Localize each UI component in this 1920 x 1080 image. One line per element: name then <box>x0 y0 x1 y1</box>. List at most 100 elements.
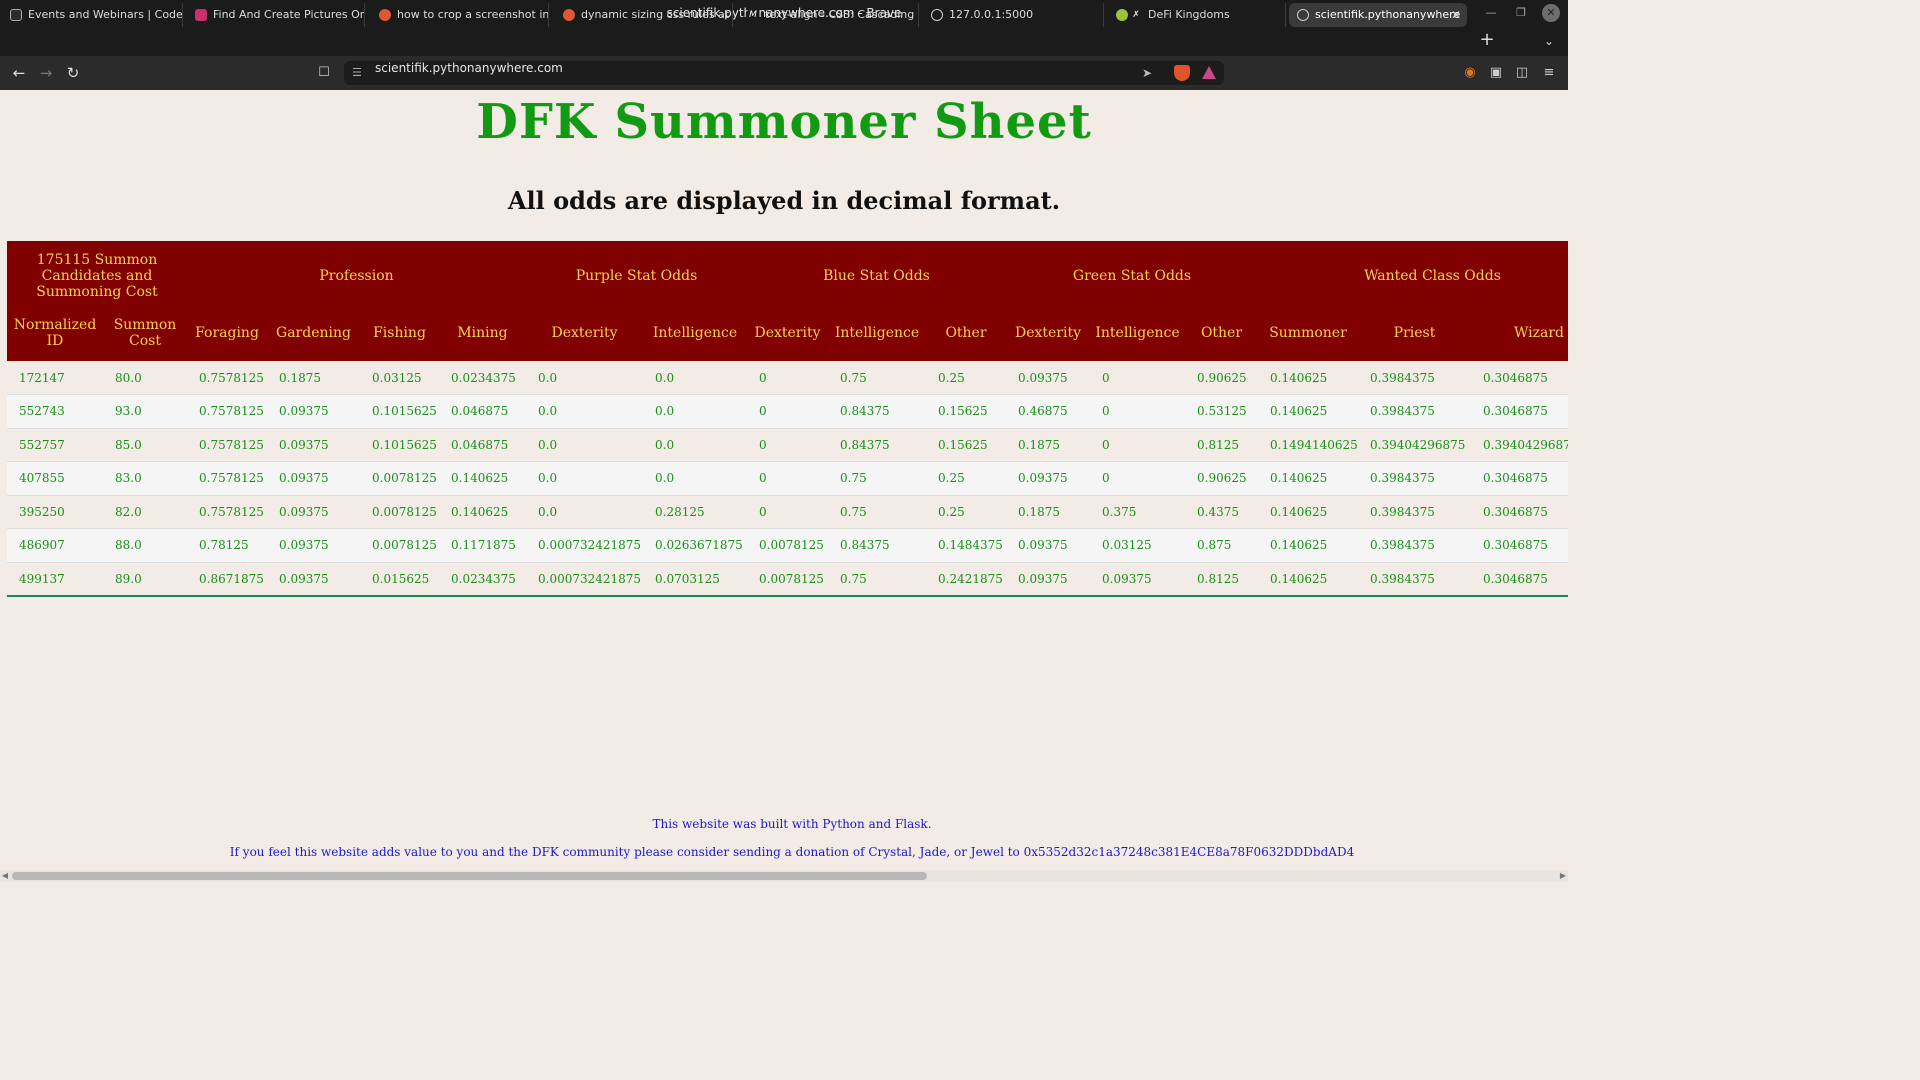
table-row: 499137 89.0 0.8671875 0.09375 0.015625 0.0234… <box>7 562 1568 597</box>
table-cell: 0 <box>747 394 828 429</box>
table-cell: 0.78125 <box>187 528 267 563</box>
bookmark-icon[interactable]: ☐ <box>316 65 332 81</box>
table-cell: 82.0 <box>103 495 187 529</box>
table-cell: 0.0078125 <box>360 461 439 496</box>
tab-defi-kingdoms[interactable]: ✗ DeFi Kingdoms <box>1108 3 1286 27</box>
column-header: Fishing <box>360 305 439 361</box>
close-tab-icon[interactable]: ✕ <box>1451 3 1461 27</box>
scroll-left-icon[interactable]: ◀ <box>0 870 10 882</box>
table-cell: 0.3984375 <box>1358 394 1471 429</box>
url-text[interactable]: scientifik.pythonanywhere.com <box>375 61 563 75</box>
table-cell: 0.90625 <box>1185 461 1258 496</box>
metamask-icon[interactable]: ◉ <box>1462 65 1478 81</box>
column-header: Mining <box>439 305 526 361</box>
table-cell: 0.25 <box>926 361 1006 395</box>
table-cell: 0.0 <box>643 428 747 462</box>
table-cell: 0.90625 <box>1185 361 1258 395</box>
table-cell: 0.7578125 <box>187 461 267 496</box>
sidebar-icon[interactable]: ◫ <box>1514 65 1530 81</box>
table-cell: 88.0 <box>103 528 187 563</box>
column-header: Summon Cost <box>103 305 187 361</box>
tab-localhost[interactable]: 127.0.0.1:5000 <box>923 3 1104 27</box>
table-row: 552743 93.0 0.7578125 0.09375 0.1015625 0.046… <box>7 394 1568 429</box>
table-cell: 85.0 <box>103 428 187 462</box>
table-cell: 0.1015625 <box>360 394 439 429</box>
address-bar[interactable]: ☰ scientifik.pythonanywhere.com ➤ <box>344 61 1224 85</box>
forward-icon[interactable]: → <box>35 62 57 84</box>
table-cell: 0.0 <box>526 361 643 395</box>
scroll-right-icon[interactable]: ▶ <box>1558 870 1568 882</box>
close-window-icon[interactable]: ✕ <box>1542 4 1560 22</box>
minimize-icon[interactable]: — <box>1482 4 1500 22</box>
table-cell: 0.3046875 <box>1471 528 1568 563</box>
tab-pictures[interactable]: Find And Create Pictures On W <box>187 3 365 27</box>
column-header: Intelligence <box>643 305 747 361</box>
tab-scientifik[interactable]: scientifik.pythonanywhere ✕ <box>1289 3 1467 27</box>
share-icon[interactable]: ➤ <box>1142 65 1158 81</box>
tab-label: how to crop a screenshot in lin <box>397 8 549 21</box>
table-cell: 0.75 <box>828 461 926 496</box>
new-tab-icon[interactable]: + <box>1478 29 1496 53</box>
column-header: Dexterity <box>526 305 643 361</box>
table-cell: 395250 <box>7 495 103 529</box>
table-cell: 0.7578125 <box>187 361 267 395</box>
pinterest-icon <box>195 9 207 21</box>
tab-text-align[interactable]: M text-align - CSS: Cascading Styl <box>739 3 919 27</box>
table-cell: 0.8125 <box>1185 428 1258 462</box>
table-cell: 0.0234375 <box>439 361 526 395</box>
table-cell: 0.3984375 <box>1358 495 1471 529</box>
column-header: Gardening <box>267 305 360 361</box>
column-header: Dexterity <box>747 305 828 361</box>
table-cell: 0.25 <box>926 495 1006 529</box>
table-cell: 0.09375 <box>267 495 360 529</box>
group-header-summon: 175115 Summon Candidates and Summoning C… <box>7 241 187 305</box>
menu-icon[interactable]: ≡ <box>1541 65 1557 81</box>
defi-kingdoms-icon <box>1116 9 1128 21</box>
table-cell: 0.000732421875 <box>526 528 643 563</box>
table-cell: 0.03125 <box>1090 528 1185 563</box>
table-cell: 0.140625 <box>1258 495 1358 529</box>
table-cell: 93.0 <box>103 394 187 429</box>
site-info-icon[interactable]: ☰ <box>352 66 366 80</box>
table-cell: 0.140625 <box>1258 394 1358 429</box>
table-cell: 0.09375 <box>267 428 360 462</box>
table-row: 552757 85.0 0.7578125 0.09375 0.1015625 0.046… <box>7 428 1568 462</box>
brave-shields-icon[interactable] <box>1174 65 1190 81</box>
table-cell: 0.09375 <box>1006 461 1090 496</box>
back-icon[interactable]: ← <box>8 62 30 84</box>
table-cell: 552757 <box>7 428 103 462</box>
tab-crop-screenshot[interactable]: how to crop a screenshot in lin <box>371 3 549 27</box>
chevron-down-icon[interactable]: ⌄ <box>1540 29 1558 53</box>
footer-credit: This website was built with Python and F… <box>652 817 932 831</box>
table-cell: 0.3984375 <box>1358 461 1471 496</box>
table-cell: 0.8671875 <box>187 562 267 597</box>
table-cell: 0.84375 <box>828 394 926 429</box>
group-header-blue: Blue Stat Odds <box>747 241 1006 305</box>
table-cell: 0.2421875 <box>926 562 1006 597</box>
table-cell: 0.3046875 <box>1471 394 1568 429</box>
tab-dynamic-sizing[interactable]: dynamic sizing css rules at Duc <box>555 3 733 27</box>
tab-label: dynamic sizing css rules at Duc <box>581 8 732 21</box>
tab-label: 127.0.0.1:5000 <box>949 8 1034 21</box>
table-cell: 0.1171875 <box>439 528 526 563</box>
maximize-icon[interactable]: ❐ <box>1512 4 1530 22</box>
mute-icon[interactable]: ✗ <box>1130 9 1142 21</box>
table-cell: 552743 <box>7 394 103 429</box>
table-row: 395250 82.0 0.7578125 0.09375 0.0078125 0.140… <box>7 495 1568 529</box>
reload-icon[interactable]: ↻ <box>62 62 84 84</box>
scrollbar-thumb[interactable] <box>12 872 927 880</box>
table-cell: 0.39404296875 <box>1358 428 1471 462</box>
table-cell: 0.140625 <box>1258 528 1358 563</box>
column-header: Other <box>1185 305 1258 361</box>
table-cell: 0.0078125 <box>747 528 828 563</box>
group-header-green: Green Stat Odds <box>1006 241 1258 305</box>
column-header: Summoner <box>1258 305 1358 361</box>
page-content: DFK Summoner Sheet All odds are displaye… <box>0 90 1568 870</box>
table-cell: 0.15625 <box>926 394 1006 429</box>
column-header: Foraging <box>187 305 267 361</box>
table-cell: 0.0 <box>526 495 643 529</box>
horizontal-scrollbar[interactable]: ◀ ▶ <box>0 870 1568 882</box>
tab-codecademy[interactable]: Events and Webinars | Codecac <box>2 3 183 27</box>
brave-rewards-icon[interactable] <box>1202 66 1216 79</box>
extensions-icon[interactable]: ▣ <box>1488 65 1504 81</box>
